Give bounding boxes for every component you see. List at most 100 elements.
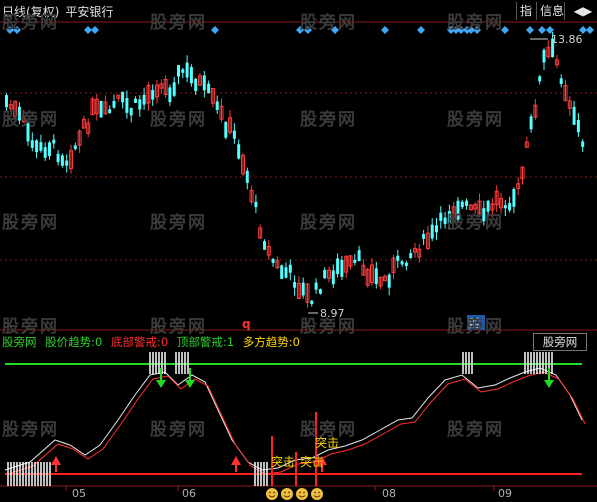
indicator-panel-label[interactable]: 股旁网 — [533, 333, 587, 351]
candle-body-down — [538, 76, 542, 82]
candle-body-down — [559, 78, 563, 85]
event-markers — [6, 26, 594, 34]
candle-body-down — [503, 205, 507, 209]
marker-q: q — [242, 317, 251, 331]
candle-body-down — [177, 65, 180, 77]
candle-body-down — [439, 212, 443, 221]
candle-body-down — [17, 106, 21, 121]
candle-body-down — [224, 121, 228, 138]
candle-body-down — [254, 201, 258, 208]
event-diamond — [381, 26, 389, 34]
smiley-eye — [273, 491, 275, 494]
smiley-eye — [314, 491, 316, 494]
candle-body-down — [572, 106, 576, 125]
candle-body-down — [581, 141, 585, 147]
smiley-eye — [299, 491, 301, 494]
legend-label: 股价趋势: — [45, 335, 96, 349]
candle-body-down — [508, 203, 512, 211]
smiley-icon — [296, 488, 308, 500]
legend-item-bottom-alert: 底部警戒:0 — [111, 335, 168, 349]
legend-label: 顶部警戒: — [176, 335, 227, 349]
candle-body-down — [215, 101, 219, 110]
candle-body-down — [460, 201, 464, 208]
candle-body-down — [56, 153, 60, 163]
candle-body-down — [194, 78, 198, 92]
candle-body-down — [142, 94, 146, 105]
candle-body-down — [465, 200, 469, 206]
candle-body-down — [336, 258, 340, 274]
smiley-eye — [284, 491, 286, 494]
legend-item-trend: 股价趋势:0 — [45, 335, 102, 349]
candle-body-down — [430, 224, 434, 239]
candle-body-down — [108, 109, 112, 114]
smiley-icon — [266, 488, 278, 500]
smiley-icon — [311, 488, 323, 500]
event-diamond — [501, 26, 509, 34]
candle-body-down — [60, 155, 64, 166]
date-tick: 09 — [498, 487, 512, 500]
event-diamond — [586, 26, 594, 34]
candle-body-down — [65, 160, 69, 166]
kline-chart[interactable]: 13.868.97q 财 突击 突击突击 — [0, 0, 597, 502]
breakout-label: 突击 — [315, 435, 339, 450]
candle-body-down — [112, 100, 116, 108]
candle-body-down — [48, 142, 51, 157]
candle-body-down — [331, 270, 335, 285]
candle-body-down — [353, 259, 357, 263]
candle-body-down — [435, 225, 438, 233]
candle-body-down — [374, 268, 378, 284]
chart-window: 日线(复权) 平安银行 指 信息 ◀▶ 13.86 8.97 q 财 突击 突击 突击 股旁… — [0, 0, 597, 502]
event-diamond — [6, 26, 14, 34]
event-diamond — [91, 26, 99, 34]
candle-body-down — [207, 83, 211, 94]
smiley-eye — [303, 491, 305, 494]
candle-body-down — [280, 265, 284, 279]
candle-body-down — [168, 87, 172, 102]
date-tick: 08 — [382, 487, 396, 500]
legend-value: 0 — [292, 335, 300, 349]
smiley-eye — [318, 491, 320, 494]
high-price-label: 13.86 — [551, 33, 583, 46]
event-diamond — [84, 26, 92, 34]
candle-body-down — [39, 142, 43, 151]
candle-body-down — [202, 75, 206, 91]
candle-body-down — [310, 300, 314, 305]
buy-arrow-head — [51, 456, 61, 465]
candle-body-down — [35, 140, 39, 153]
legend-item-top-alert: 顶部警戒:1 — [177, 335, 234, 349]
smiley-eye — [288, 491, 290, 494]
candle-body-down — [129, 108, 133, 116]
legend-value: 1 — [226, 335, 235, 349]
candle-body-down — [456, 200, 460, 220]
candle-body-down — [486, 200, 490, 212]
candle-body-down — [340, 259, 344, 277]
legend-item-bull-trend: 多方趋势:0 — [243, 335, 300, 349]
candle-body-down — [125, 98, 129, 113]
event-diamond — [417, 26, 425, 34]
candle-body-down — [387, 274, 391, 288]
candle-body-down — [172, 82, 176, 96]
breakout-label: 突击 — [271, 454, 295, 469]
event-diamond — [296, 26, 304, 34]
candle-body-down — [271, 259, 275, 263]
low-price-label: 8.97 — [320, 307, 345, 320]
event-diamond — [331, 26, 339, 34]
candle-body-down — [576, 119, 580, 133]
candle-body-down — [529, 116, 533, 130]
date-tick: 06 — [182, 487, 196, 500]
candle-body-down — [181, 69, 185, 73]
event-diamond — [473, 26, 481, 34]
candle-body-down — [189, 66, 193, 84]
sell-arrow-head — [156, 380, 166, 388]
event-diamond — [526, 26, 534, 34]
candle-body-down — [422, 233, 426, 239]
buy-arrow-head — [231, 456, 241, 465]
candle-body-down — [293, 282, 297, 288]
candle-body-down — [404, 262, 408, 266]
indicator-name[interactable]: 股旁网 — [2, 335, 37, 349]
event-diamond — [211, 26, 219, 34]
legend-value: 0 — [95, 335, 103, 349]
candlesticks — [5, 31, 585, 308]
candle-body-down — [30, 140, 34, 148]
candle-body-down — [318, 289, 322, 294]
